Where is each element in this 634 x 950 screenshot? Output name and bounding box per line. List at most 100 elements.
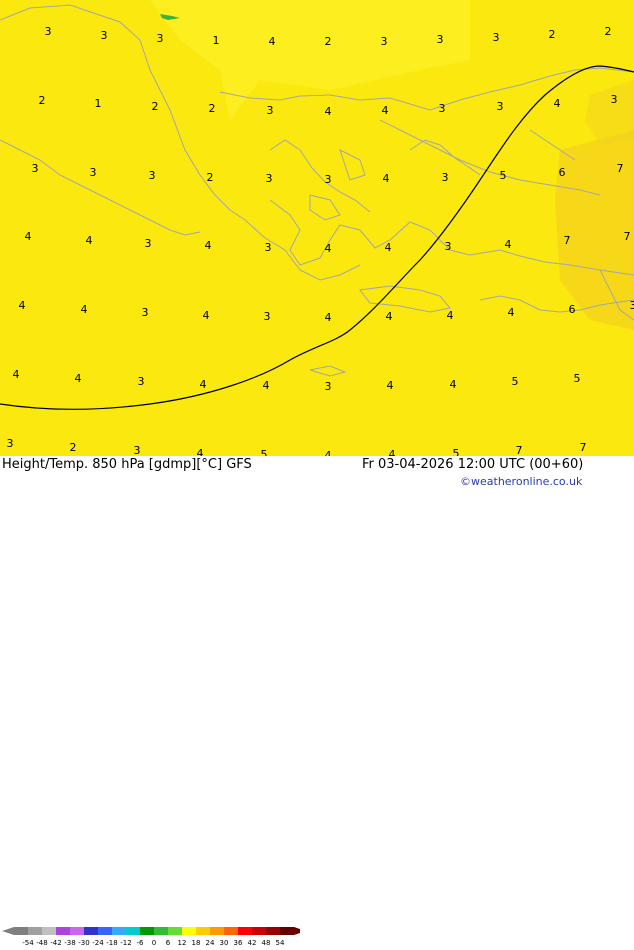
temperature-label: 4 (383, 172, 390, 185)
temperature-label: 7 (564, 234, 571, 247)
temperature-label: 4 (447, 309, 454, 322)
colorbar-tick: -6 (137, 939, 145, 946)
temperature-label: 5 (500, 169, 507, 182)
temperature-label: 4 (200, 378, 207, 391)
temperature-label: 4 (197, 447, 204, 456)
temperature-label: 1 (95, 97, 102, 110)
colorbar-segment (224, 927, 238, 935)
temperature-label: 3 (493, 31, 500, 44)
temperature-label: 7 (580, 441, 587, 454)
colorbar-tick: 12 (178, 939, 187, 946)
weather-map: 3331423332221223443343333233435674434344… (0, 0, 634, 456)
temperature-label: 3 (439, 102, 446, 115)
colorbar-tick: -38 (64, 939, 75, 946)
colorbar-tick: 54 (276, 939, 285, 946)
colorbar-tick: -12 (120, 939, 131, 946)
temperature-label: 5 (453, 447, 460, 456)
temperature-label: 4 (387, 379, 394, 392)
temperature-label: 3 (265, 241, 272, 254)
map-svg: 3331423332221223443343333233435674434344… (0, 0, 634, 456)
temperature-label: 4 (385, 241, 392, 254)
temperature-label: 6 (559, 166, 566, 179)
temperature-label: 4 (505, 238, 512, 251)
temperature-label: 4 (508, 306, 515, 319)
colorbar-tick: -42 (50, 939, 61, 946)
colorbar-tick: 30 (220, 939, 229, 946)
colorbar-segment (28, 927, 42, 935)
temperature-label: 4 (386, 310, 393, 323)
temperature-label: 2 (152, 100, 159, 113)
temperature-label: 6 (569, 303, 576, 316)
colorbar-segment (70, 927, 84, 935)
colorbar-tick: -54 (22, 939, 34, 946)
temperature-label: 3 (32, 162, 39, 175)
colorbar-segment (84, 927, 98, 935)
colorbar-tick: 0 (152, 939, 156, 946)
colorbar-arrow-right (294, 927, 300, 935)
temperature-label: 3 (101, 29, 108, 42)
temperature-label: 3 (630, 299, 634, 312)
temperature-label: 2 (325, 35, 332, 48)
colorbar-segment (98, 927, 112, 935)
temperature-label: 4 (203, 309, 210, 322)
temperature-label: 3 (145, 237, 152, 250)
temperature-label: 4 (554, 97, 561, 110)
temperature-label: 5 (261, 448, 268, 456)
colorbar-tick: -24 (92, 939, 104, 946)
temperature-label: 2 (207, 171, 214, 184)
temperature-label: 4 (86, 234, 93, 247)
temperature-label: 7 (617, 162, 624, 175)
temperature-label: 3 (134, 444, 141, 456)
temperature-label: 5 (574, 372, 581, 385)
temperature-label: 3 (267, 104, 274, 117)
colorbar-segment (168, 927, 182, 935)
colorbar-tick: 42 (248, 939, 257, 946)
colorbar-segment (42, 927, 56, 935)
colorbar-svg: -54-48-42-38-30-24-18-12-606121824303642… (0, 927, 300, 946)
map-footer: Height/Temp. 850 hPa [gdmp][°C] GFS Fr 0… (0, 456, 634, 490)
temperature-label: 4 (263, 379, 270, 392)
colorbar-segment (238, 927, 252, 935)
temperature-label: 4 (389, 448, 396, 456)
temperature-label: 2 (549, 28, 556, 41)
colorbar-segment (196, 927, 210, 935)
temperature-label: 3 (497, 100, 504, 113)
temperature-label: 4 (325, 449, 332, 456)
temperature-label: 7 (624, 230, 631, 243)
colorbar-segment (280, 927, 294, 935)
colorbar-segment (266, 927, 280, 935)
map-title: Height/Temp. 850 hPa [gdmp][°C] GFS (2, 457, 252, 472)
temperature-label: 2 (605, 25, 612, 38)
temperature-label: 3 (381, 35, 388, 48)
colorbar-tick: 48 (262, 939, 271, 946)
temperature-label: 4 (450, 378, 457, 391)
temperature-label: 4 (205, 239, 212, 252)
temperature-label: 1 (213, 34, 220, 47)
colorbar-tick: 18 (192, 939, 201, 946)
temperature-label: 3 (266, 172, 273, 185)
colorbar-segment (154, 927, 168, 935)
temperature-label: 7 (516, 444, 523, 456)
run-time: Fr 03-04-2026 12:00 UTC (00+60) (362, 457, 583, 472)
colorbar-tick: 24 (206, 939, 215, 946)
temperature-label: 3 (157, 32, 164, 45)
colorbar: -54-48-42-38-30-24-18-12-606121824303642… (0, 927, 300, 950)
temperature-label: 3 (142, 306, 149, 319)
colorbar-tick: 6 (166, 939, 171, 946)
colorbar-segment (252, 927, 266, 935)
temperature-label: 3 (90, 166, 97, 179)
temperature-label: 4 (13, 368, 20, 381)
temperature-label: 4 (325, 105, 332, 118)
temperature-label: 2 (70, 441, 77, 454)
credit-link[interactable]: ©weatheronline.co.uk (460, 475, 582, 488)
temperature-label: 4 (81, 303, 88, 316)
temperature-label: 4 (325, 311, 332, 324)
colorbar-segment (182, 927, 196, 935)
temperature-label: 3 (325, 173, 332, 186)
temperature-label: 3 (445, 240, 452, 253)
temperature-label: 3 (264, 310, 271, 323)
temperature-label: 3 (437, 33, 444, 46)
temperature-label: 3 (611, 93, 618, 106)
colorbar-segment (210, 927, 224, 935)
colorbar-tick: -48 (36, 939, 47, 946)
